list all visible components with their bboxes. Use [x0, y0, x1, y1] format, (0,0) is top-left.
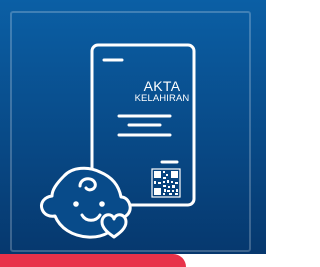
heart-icon: [100, 213, 128, 239]
document-subtitle: KELAHIRAN: [134, 93, 190, 104]
illustration-panel: AKTA KELAHIRAN: [0, 0, 266, 254]
document-title: AKTA: [143, 78, 181, 94]
accent-bar: [0, 254, 186, 267]
birth-certificate-tile: AKTA KELAHIRAN: [0, 0, 266, 267]
